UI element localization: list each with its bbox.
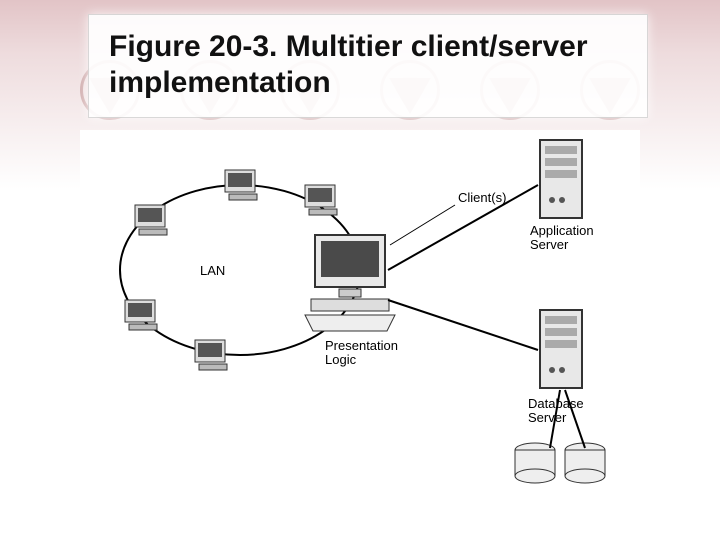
lan-label: LAN: [200, 263, 225, 278]
ring-workstation: [225, 170, 257, 200]
conn-pc-to-dbserver: [388, 300, 538, 350]
figure-title-box: Figure 20-3. Multitier client/server imp…: [88, 14, 648, 118]
architecture-diagram: LAN: [80, 130, 640, 510]
database-disk-icon: [515, 443, 555, 483]
presentation-pc: [305, 235, 395, 331]
client-leader-line: [390, 205, 455, 245]
presentation-label-1: PresentationLogic: [325, 338, 398, 367]
ring-workstation: [305, 185, 337, 215]
application-server-icon: [540, 140, 582, 218]
database-server-icon: [540, 310, 582, 388]
ring-workstation: [135, 205, 167, 235]
database-disk-icon: [565, 443, 605, 483]
ring-workstation: [125, 300, 157, 330]
figure-title: Figure 20-3. Multitier client/server imp…: [109, 29, 627, 101]
clients-label: Client(s): [458, 190, 506, 205]
ring-workstation: [195, 340, 227, 370]
appserver-label: Application Server: [530, 223, 597, 252]
